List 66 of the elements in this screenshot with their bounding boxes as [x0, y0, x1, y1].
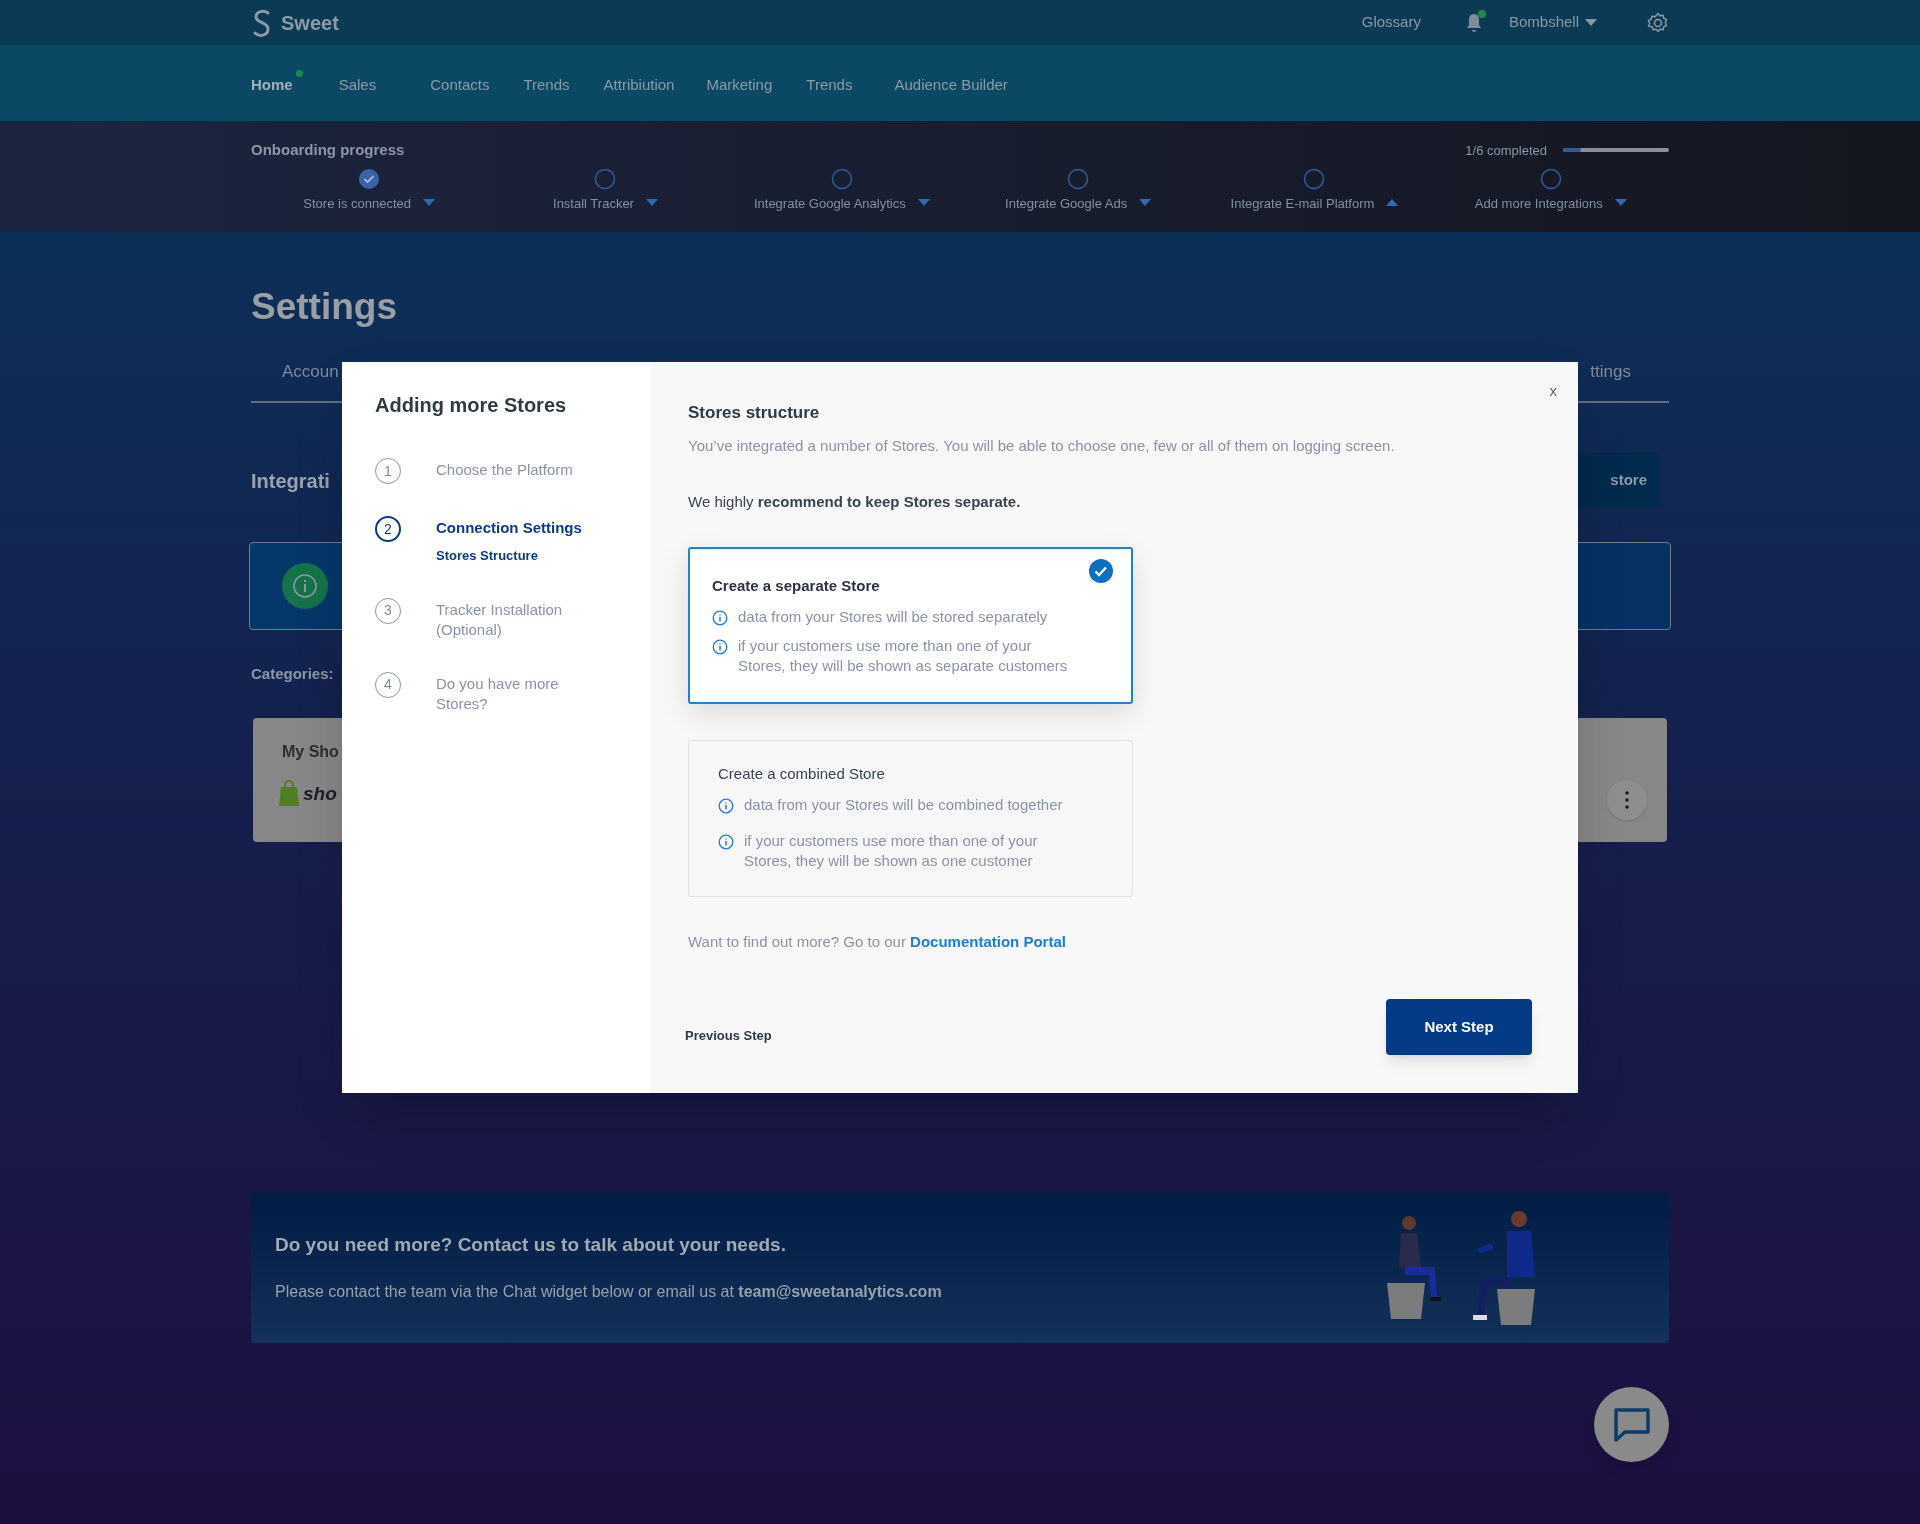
next-step-button[interactable]: Next Step — [1386, 999, 1532, 1055]
option-point: data from your Stores will be combined together — [744, 795, 1064, 815]
onboarding-step[interactable]: Integrate Google Ads — [1005, 193, 1152, 213]
section-title: Integrati — [251, 468, 330, 494]
brand-name: Sweet — [281, 10, 339, 36]
option-title: Create a combined Store — [718, 763, 886, 784]
onboarding-step[interactable]: Add more Integrations — [1474, 193, 1627, 213]
info-icon — [282, 563, 328, 609]
previous-step-button[interactable]: Previous Step — [685, 1025, 772, 1045]
add-store-button[interactable]: store — [1576, 453, 1660, 508]
info-icon — [712, 610, 728, 626]
step-label[interactable]: Tracker Installation (Optional) — [436, 599, 611, 640]
panel-description: You’ve integrated a number of Stores. You will be able to choose one, few or all of them on logging screen. — [688, 435, 1396, 456]
step-label[interactable]: Do you have more Stores? — [436, 673, 611, 714]
step-number: 2 — [375, 516, 401, 542]
shopping-bag-icon — [277, 779, 301, 808]
chat-icon — [1612, 1406, 1651, 1443]
notifications-button[interactable] — [1464, 12, 1483, 33]
settings-tab[interactable]: Accoun — [282, 359, 339, 385]
onboarding-step[interactable]: Install Tracker — [553, 193, 658, 213]
documentation-link[interactable]: Documentation Portal — [910, 932, 1066, 950]
nav-tab[interactable]: Marketing — [706, 69, 783, 97]
more-info-text: Want to find out more? Go to our Documentation Portal — [688, 931, 1067, 952]
step-label[interactable]: Choose the Platform — [436, 460, 611, 480]
store-option-card[interactable]: Create a separate Store data from your Stores will be stored separately if your customers use more than one of your Stores, they will be shown as separate customers — [688, 546, 1133, 704]
recommendation-text: We highly recommend to keep Stores separate. — [688, 492, 1022, 512]
settings-tab[interactable]: ttings — [1590, 359, 1631, 385]
contact-text: Please contact the team via the Chat widget below or email us at team@sweetanalytics.com — [275, 1282, 942, 1303]
nav-tab[interactable]: Sales — [338, 69, 387, 97]
nav-tab[interactable]: Attribiution — [603, 69, 685, 97]
option-title: Create a separate Store — [712, 575, 881, 596]
step-sublabel: Stores Structure — [436, 547, 539, 565]
page-title: Settings — [251, 288, 398, 325]
checkmark-icon — [1089, 558, 1113, 583]
info-icon — [718, 798, 734, 814]
info-icon — [712, 639, 728, 655]
info-icon — [718, 834, 734, 850]
section-title: Onboarding progress — [251, 140, 405, 160]
nav-tab[interactable]: Contacts — [430, 69, 500, 97]
option-point: if your customers use more than one of your Stores, they will be shown as separate customers — [738, 636, 1068, 676]
bell-icon — [1464, 12, 1483, 33]
panel-heading: Stores structure — [688, 402, 821, 424]
kebab-icon — [1625, 790, 1629, 809]
progress-label: 1/6 completed — [1465, 141, 1547, 160]
user-menu[interactable]: Bombshell — [1508, 11, 1597, 34]
onboarding-step[interactable]: Store is connected — [303, 193, 435, 213]
nav-tab[interactable]: Trends — [806, 69, 863, 97]
nav-tab[interactable]: Audience Builder — [894, 69, 1018, 97]
option-point: data from your Stores will be stored separately — [738, 607, 1049, 627]
onboarding-step[interactable]: Integrate Google Analytics — [753, 193, 930, 213]
nav-tab[interactable]: Home — [251, 69, 303, 97]
settings-icon — [1647, 11, 1669, 34]
categories-label: Categories: — [251, 664, 334, 684]
store-option-card[interactable]: Create a combined Store data from your Stores will be combined together if your customers use more than one of your Stores, they will be shown as one customer — [688, 739, 1133, 897]
close-button[interactable]: x — [1549, 380, 1557, 403]
step-label[interactable]: Connection Settings — [436, 518, 611, 538]
glossary-link[interactable]: Glossary — [1361, 11, 1421, 34]
contact-title: Do you need more? Contact us to talk about your needs. — [275, 1232, 787, 1257]
onboarding-step[interactable]: Integrate E-mail Platform — [1230, 193, 1399, 213]
option-point: if your customers use more than one of your Stores, they will be shown as one customer — [744, 831, 1039, 871]
modal-title: Adding more Stores — [375, 393, 568, 418]
store-name: My Sho — [282, 741, 340, 762]
nav-tab[interactable]: Trends — [523, 69, 580, 97]
logo-text: sho — [303, 781, 337, 806]
caret-icon — [1585, 18, 1597, 27]
more-options-button[interactable] — [1607, 779, 1647, 820]
